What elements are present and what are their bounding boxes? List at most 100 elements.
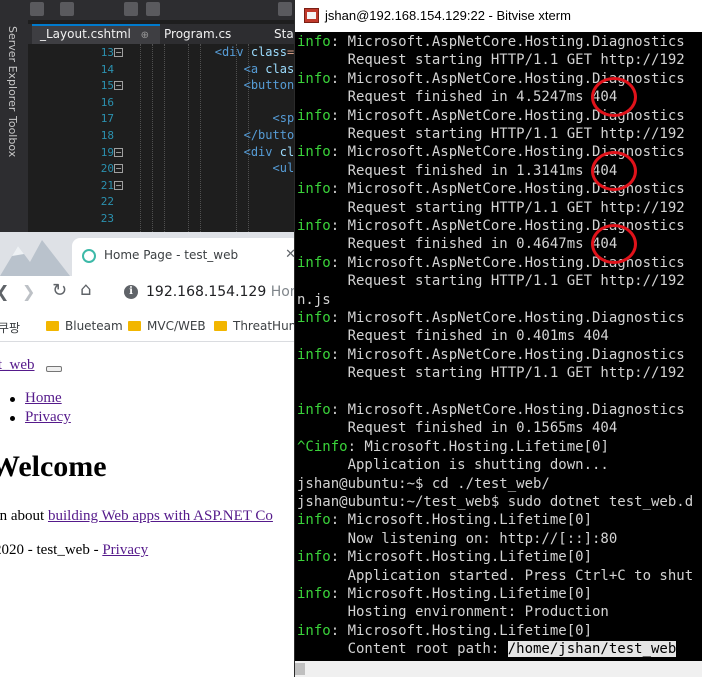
terminal-title: jshan@192.168.154.129:22 - Bitvise xterm (325, 8, 571, 23)
terminal-line: info: Microsoft.AspNetCore.Hosting.Diagn… (297, 309, 685, 327)
tab-layout-cshtml[interactable]: _Layout.cshtml ⊕ ✕ (32, 24, 160, 44)
fold-toggle-icon[interactable]: − (114, 147, 123, 157)
privacy-link[interactable]: Privacy (25, 409, 71, 425)
terminal-line: Request finished in 1.3141ms 404 (297, 162, 618, 180)
code-tag: ul (279, 161, 295, 176)
bookmark-folder-threathunt[interactable]: ThreatHunt (214, 319, 301, 333)
log-text: Request starting HTTP/1.1 GET http://192 (297, 199, 685, 216)
fold-toggle-icon[interactable]: − (114, 164, 123, 174)
code-line: <button c (128, 77, 298, 94)
code-line: <span (128, 110, 299, 127)
terminal-line: Request starting HTTP/1.1 GET http://192 (297, 125, 685, 143)
log-text: Application is shutting down... (297, 457, 609, 474)
back-icon[interactable]: ❮ (0, 282, 9, 301)
horizontal-scrollbar[interactable] (295, 661, 702, 677)
code-line: <div cla (128, 144, 298, 161)
terminal-line: Request finished in 4.5247ms 404 (297, 88, 618, 106)
terminal-line: info: Microsoft.AspNetCore.Hosting.Diagn… (297, 33, 685, 51)
line-number: 22 (100, 195, 114, 209)
toolbox-tab[interactable]: Toolbox (6, 116, 19, 157)
tab-label: Program.cs (164, 27, 232, 41)
log-level: info (297, 402, 331, 418)
bookmark-coupang[interactable]: 쿠팡 (0, 319, 20, 336)
log-text: : Microsoft.Hosting.Lifetime[0] (330, 586, 593, 602)
footer-privacy-link[interactable]: Privacy (102, 542, 148, 558)
reload-icon[interactable]: ↻ (52, 280, 67, 301)
terminal-line: ^Cinfo: Microsoft.Hosting.Lifetime[0] (297, 438, 609, 456)
page-footer: 2020 - test_web - Privacy (0, 542, 148, 559)
code-bracket: < (243, 78, 251, 93)
bookmarks-bar: 쿠팡 Blueteam MVC/WEB ThreatHunt (0, 312, 301, 342)
log-text: jshan@ubuntu:~/test_web$ sudo dotnet tes… (297, 494, 694, 510)
background-tab-thumbnail[interactable] (0, 238, 70, 276)
terminal-line: Request starting HTTP/1.1 GET http://192 (297, 364, 685, 382)
log-text: : Microsoft.AspNetCore.Hosting.Diagnosti… (330, 310, 685, 326)
navbar-toggler-button[interactable] (46, 366, 62, 372)
selected-text[interactable]: /home/jshan/test_web (507, 641, 677, 658)
log-level: info (297, 549, 331, 566)
navbar-brand-link[interactable]: st_web (0, 357, 35, 374)
terminal-line: info: Microsoft.AspNetCore.Hosting.Diagn… (297, 346, 685, 364)
footer-text: 2020 - test_web - (0, 542, 103, 558)
site-info-icon[interactable]: i (124, 285, 138, 299)
log-level: ^Cinfo (297, 438, 348, 455)
learn-text: arn about (0, 508, 45, 524)
log-level: info (297, 310, 331, 326)
bookmark-label: 쿠팡 (0, 321, 21, 335)
log-level: info (297, 254, 331, 271)
server-explorer-tab[interactable]: Server Explorer (6, 26, 19, 111)
log-text: n.js (297, 291, 331, 308)
tab-title: Home Page - test_web (104, 248, 239, 262)
terminal-line: info: Microsoft.Hosting.Lifetime[0] (297, 548, 592, 566)
line-number: 16 (100, 95, 114, 109)
log-text: Request starting HTTP/1.1 GET http://192 (297, 126, 685, 142)
bookmark-folder-mvc-web[interactable]: MVC/WEB (128, 319, 206, 333)
folder-icon (128, 321, 141, 331)
web-page-content: st_web Home Privacy Welcome arn about bu… (0, 344, 300, 677)
log-text: Now listening on: http://[::]:80 (297, 530, 618, 547)
nav-list: Home Privacy (10, 390, 71, 428)
tab-home-page[interactable]: Home Page - test_web ✕ (72, 238, 300, 276)
code-area[interactable]: <div class=" <a class= <button c a <span… (128, 44, 298, 240)
log-text: : Microsoft.Hosting.Lifetime[0] (330, 622, 593, 639)
log-level: info (297, 144, 331, 161)
bookmark-folder-blueteam[interactable]: Blueteam (46, 319, 123, 333)
pin-icon[interactable]: ⊕ (141, 30, 149, 41)
log-text: : Microsoft.Hosting.Lifetime[0] (330, 512, 593, 529)
toolbar-icon[interactable] (30, 2, 44, 16)
line-number: 15 (100, 79, 114, 93)
tab-program-cs[interactable]: Program.cs (156, 24, 256, 44)
log-text: jshan@ubuntu:~$ cd ./test_web/ (297, 475, 550, 492)
folder-icon (214, 321, 227, 331)
fold-toggle-icon[interactable]: − (114, 48, 123, 57)
line-number: 18 (100, 129, 114, 142)
browser-toolbar: ❮ ❯ ↻ ⌂ i 192.168.154.129 Home (0, 276, 312, 310)
fold-toggle-icon[interactable]: − (114, 81, 123, 91)
toolbar-icon[interactable] (60, 2, 74, 16)
scrollbar-thumb[interactable] (295, 663, 305, 675)
code-bracket: < (243, 61, 251, 76)
globe-icon (82, 249, 96, 263)
code-bracket: </ (243, 128, 259, 142)
line-number: 13 (100, 46, 114, 59)
address-bar[interactable]: 192.168.154.129 Home (146, 284, 312, 300)
save-icon[interactable] (146, 2, 160, 16)
tab-label: _Layout.cshtml (40, 27, 131, 41)
line-number: 21 (100, 178, 114, 192)
line-number: 20 (100, 162, 114, 176)
code-tag: button (250, 78, 295, 93)
toolbar-icon[interactable] (124, 2, 138, 16)
home-icon[interactable]: ⌂ (80, 279, 91, 300)
aspnet-docs-link[interactable]: building Web apps with ASP.NET Co (48, 508, 273, 524)
forward-icon[interactable]: ❯ (22, 282, 35, 301)
log-level: info (297, 512, 331, 529)
terminal-titlebar[interactable]: jshan@192.168.154.129:22 - Bitvise xterm (295, 0, 702, 32)
log-text: Request starting HTTP/1.1 GET http://192 (297, 273, 685, 290)
terminal-output[interactable]: info: Microsoft.AspNetCore.Hosting.Diagn… (295, 32, 702, 661)
fold-toggle-icon[interactable]: − (114, 180, 123, 190)
home-link[interactable]: Home (25, 390, 62, 406)
toolbar-icon[interactable] (278, 2, 292, 16)
